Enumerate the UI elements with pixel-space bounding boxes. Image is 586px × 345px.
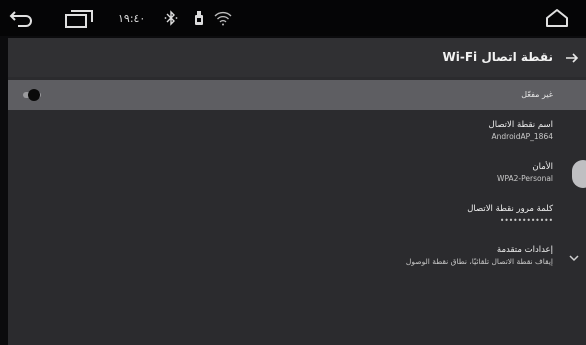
pref-summary: إيقاف نقطة الاتصال تلقائيًا، نطاق نقطة ا… xyxy=(405,257,553,266)
recent-apps-icon[interactable] xyxy=(62,0,96,36)
home-icon[interactable] xyxy=(545,0,569,36)
status-bar: ١٩:٤٠ xyxy=(0,0,586,36)
switch-thumb xyxy=(28,89,40,101)
bluetooth-icon xyxy=(164,0,178,36)
pref-summary: WPA2-Personal xyxy=(497,174,553,183)
hotspot-name-pref[interactable]: اسم نقطة الاتصال AndroidAP_1864 xyxy=(489,120,553,142)
toggle-label: غير مفعّل xyxy=(521,90,553,99)
hotspot-switch[interactable] xyxy=(20,89,44,101)
settings-screen: نقطة اتصال Wi-Fi غير مفعّل اسم نقطة الات… xyxy=(8,38,586,345)
hotspot-toggle-row[interactable]: غير مفعّل xyxy=(8,80,586,110)
wifi-icon xyxy=(214,0,232,36)
usb-icon xyxy=(194,0,204,36)
hotspot-password-pref[interactable]: كلمة مرور نقطة الاتصال •••••••••••• xyxy=(467,204,553,226)
pref-summary: AndroidAP_1864 xyxy=(491,132,554,141)
security-pref[interactable]: الأمان WPA2-Personal xyxy=(497,162,553,184)
chevron-down-icon[interactable] xyxy=(568,248,580,262)
advanced-settings-pref[interactable]: إعدادات متقدمة إيقاف نقطة الاتصال تلقائي… xyxy=(406,245,553,267)
clock: ١٩:٤٠ xyxy=(118,11,146,25)
pref-title: إعدادات متقدمة xyxy=(496,245,553,255)
arrow-right-icon[interactable] xyxy=(564,50,580,66)
pref-title: الأمان xyxy=(532,162,553,172)
pref-title: اسم نقطة الاتصال xyxy=(488,120,553,130)
toolbar: نقطة اتصال Wi-Fi xyxy=(8,38,586,77)
pref-title: كلمة مرور نقطة الاتصال xyxy=(467,204,553,214)
page-title: نقطة اتصال Wi-Fi xyxy=(442,50,553,64)
pref-summary: •••••••••••• xyxy=(499,216,553,225)
side-panel-handle[interactable] xyxy=(572,160,586,188)
back-icon[interactable] xyxy=(8,0,34,36)
